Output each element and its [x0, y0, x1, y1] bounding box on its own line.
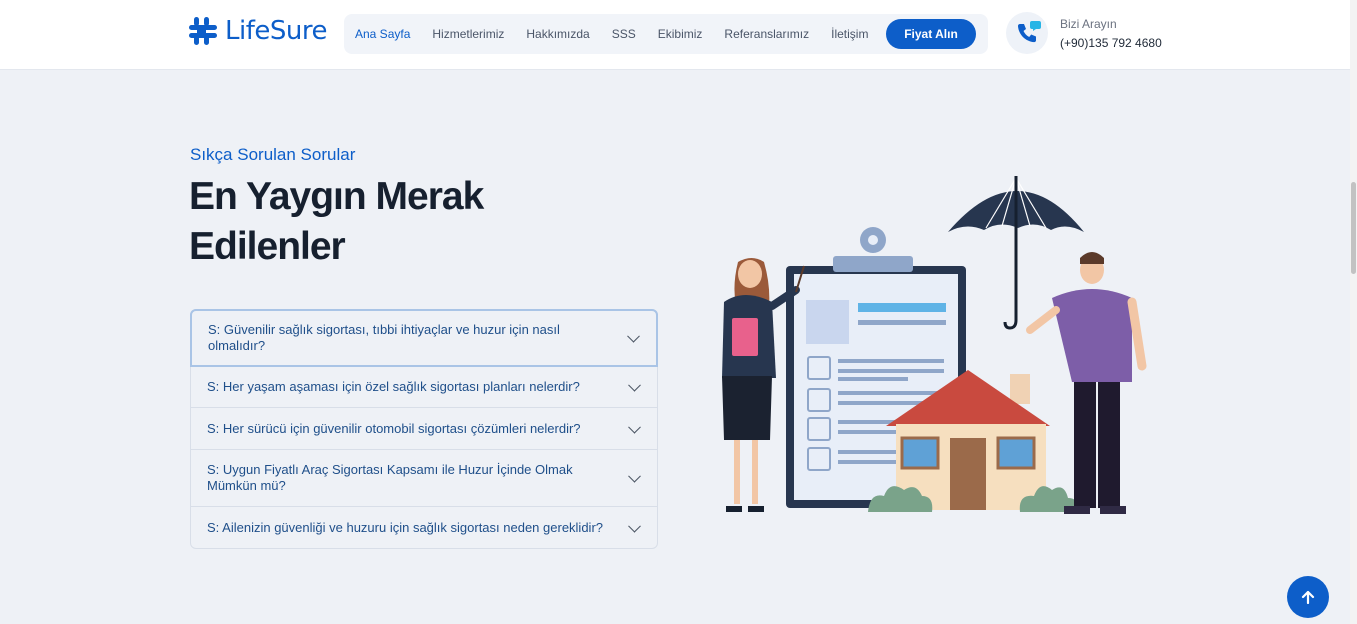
chevron-down-icon: [627, 329, 640, 343]
faq-question: S: Her sürücü için güvenilir otomobil si…: [207, 420, 581, 436]
site-header: LifeSure Ana Sayfa Hizmetlerimiz Hakkımı…: [0, 0, 1350, 70]
nav-contact[interactable]: İletişim: [831, 27, 868, 41]
insurance-illustration: [722, 176, 1147, 514]
faq-accordion: S: Güvenilir sağlık sigortası, tıbbi iht…: [190, 309, 658, 549]
chevron-down-icon: [628, 420, 641, 434]
brand-name: LifeSure: [225, 16, 327, 46]
faq-question: S: Her yaşam aşaması için özel sağlık si…: [207, 379, 580, 394]
arrow-up-icon: [1301, 590, 1315, 604]
logo[interactable]: LifeSure: [189, 16, 327, 46]
faq-question: S: Uygun Fiyatlı Araç Sigortası Kapsamı …: [207, 462, 573, 493]
faq-item[interactable]: S: Güvenilir sağlık sigortası, tıbbi iht…: [190, 309, 658, 367]
get-quote-button[interactable]: Fiyat Alın: [886, 19, 976, 49]
chevron-down-icon: [628, 469, 641, 483]
call-number[interactable]: (+90)135 792 4680: [1060, 36, 1162, 50]
logo-mark-icon: [189, 17, 217, 45]
nav-references[interactable]: Referanslarımız: [724, 27, 809, 41]
phone-icon-circle: [1006, 12, 1048, 54]
nav-home[interactable]: Ana Sayfa: [355, 27, 410, 41]
faq-item[interactable]: S: Uygun Fiyatlı Araç Sigortası Kapsamı …: [191, 450, 657, 507]
faq-item[interactable]: S: Her yaşam aşaması için özel sağlık si…: [191, 367, 657, 408]
nav-about[interactable]: Hakkımızda: [526, 27, 589, 41]
nav-faq[interactable]: SSS: [612, 27, 636, 41]
faq-item[interactable]: S: Her sürücü için güvenilir otomobil si…: [191, 408, 657, 450]
phone-icon: [1017, 21, 1041, 43]
call-label: Bizi Arayın: [1060, 16, 1117, 31]
main-nav: Ana Sayfa Hizmetlerimiz Hakkımızda SSS E…: [344, 14, 988, 54]
nav-services[interactable]: Hizmetlerimiz: [432, 27, 504, 41]
scrollbar-thumb[interactable]: [1351, 182, 1356, 274]
section-eyebrow: Sıkça Sorulan Sorular: [190, 145, 356, 164]
chevron-down-icon: [628, 519, 641, 533]
page-scrollbar[interactable]: [1350, 0, 1357, 624]
chevron-down-icon: [628, 378, 641, 392]
nav-team[interactable]: Ekibimiz: [658, 27, 703, 41]
call-block[interactable]: Bizi Arayın (+90)135 792 4680: [1006, 12, 1162, 54]
back-to-top-button[interactable]: [1287, 576, 1329, 618]
section-heading: En Yaygın Merak Edilenler: [189, 175, 484, 268]
faq-question: S: Ailenizin güvenliği ve huzuru için sa…: [207, 519, 603, 535]
faq-item[interactable]: S: Ailenizin güvenliği ve huzuru için sa…: [191, 507, 657, 548]
faq-question: S: Güvenilir sağlık sigortası, tıbbi iht…: [208, 322, 560, 353]
